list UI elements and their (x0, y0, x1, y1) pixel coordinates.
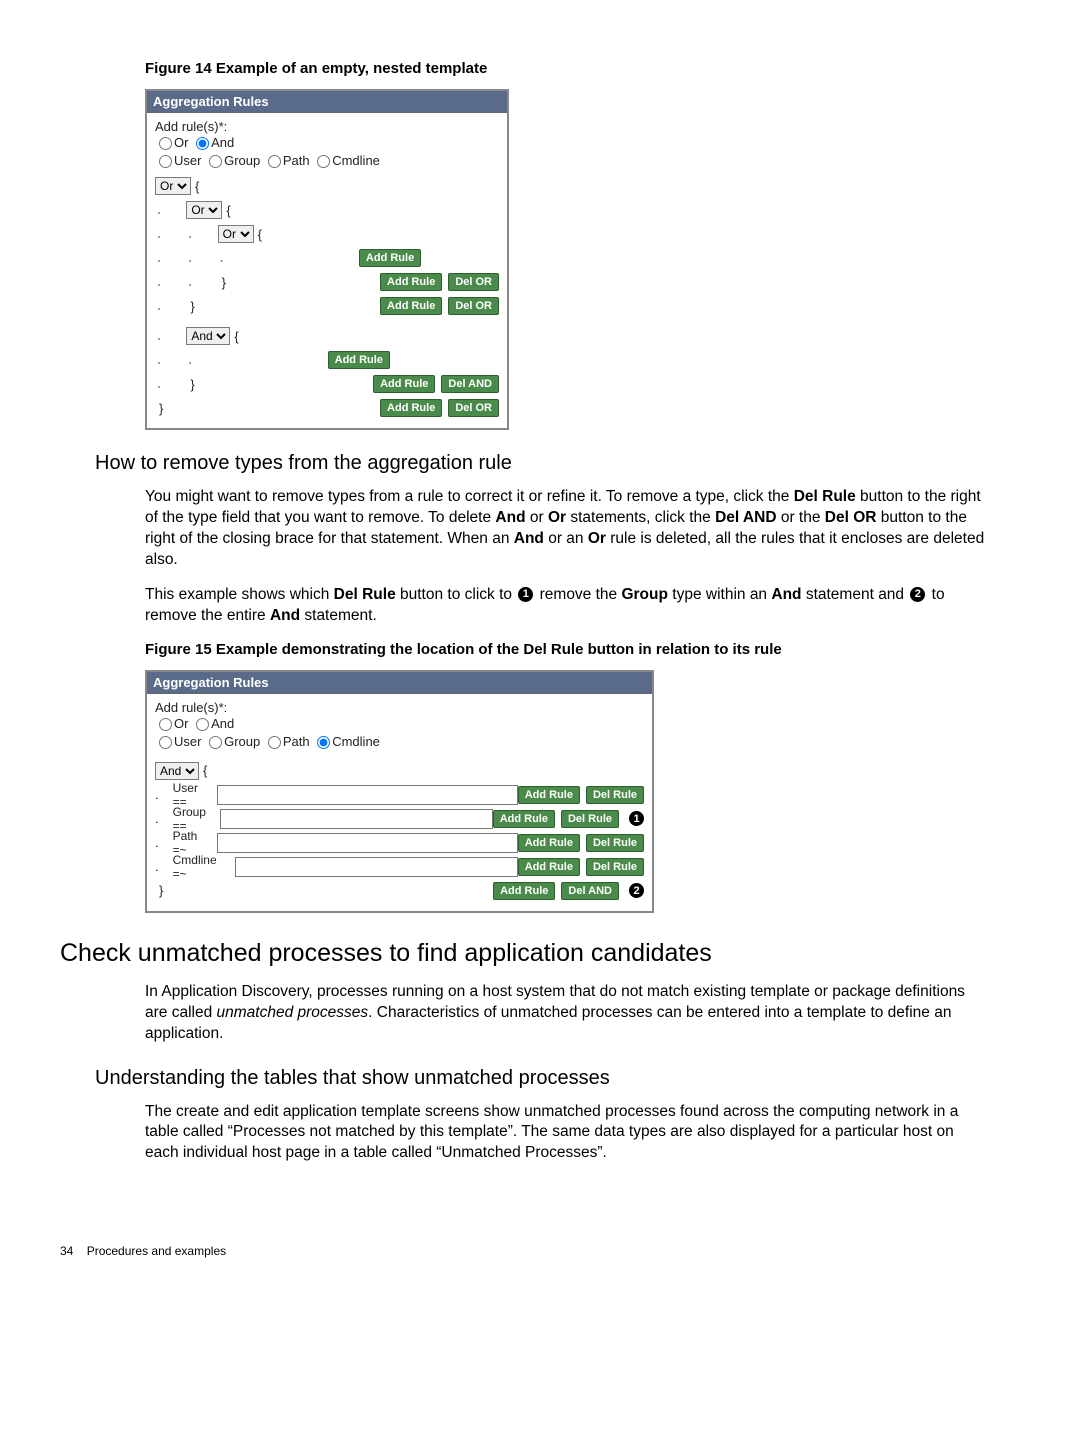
radio-group-label: Group (224, 734, 260, 749)
del-rule-button[interactable]: Del Rule (586, 786, 644, 804)
add-rule-button[interactable]: Add Rule (493, 810, 555, 828)
add-rule-label: Add rule(s)*: (155, 700, 644, 715)
add-rule-button[interactable]: Add Rule (359, 249, 421, 267)
callout-1-icon: 1 (518, 587, 533, 602)
rule-path-input[interactable] (217, 833, 518, 853)
figure-15-caption: Figure 15 Example demonstrating the loca… (145, 641, 985, 658)
del-rule-button[interactable]: Del Rule (561, 810, 619, 828)
add-rule-button[interactable]: Add Rule (518, 858, 580, 876)
close-brace: } (190, 377, 194, 392)
callout-2-icon: 2 (629, 883, 644, 898)
radio-path[interactable] (268, 155, 281, 168)
paragraph-candidates: In Application Discovery, processes runn… (145, 982, 985, 1045)
radio-path-label: Path (283, 153, 310, 168)
add-rule-button[interactable]: Add Rule (373, 375, 435, 393)
radio-user[interactable] (159, 155, 172, 168)
figure-15-panel: Aggregation Rules Add rule(s)*: Or And U… (145, 670, 654, 913)
rule-user-input[interactable] (217, 785, 518, 805)
radio-and-label: And (211, 716, 234, 731)
del-and-button[interactable]: Del AND (561, 882, 619, 900)
select-or-1[interactable]: Or (155, 177, 191, 195)
del-or-button[interactable]: Del OR (448, 273, 499, 291)
close-brace: } (222, 275, 226, 290)
heading-remove-types: How to remove types from the aggregation… (95, 452, 985, 475)
paragraph-remove-2: This example shows which Del Rule button… (145, 585, 985, 627)
radio-cmdline-label: Cmdline (332, 153, 380, 168)
open-brace: { (226, 203, 230, 218)
figure-14-panel: Aggregation Rules Add rule(s)*: Or And U… (145, 89, 509, 430)
add-rule-button[interactable]: Add Rule (518, 786, 580, 804)
add-rule-button[interactable]: Add Rule (328, 351, 390, 369)
close-brace: } (159, 883, 163, 898)
radio-or[interactable] (159, 718, 172, 731)
panel-title: Aggregation Rules (147, 91, 507, 113)
heading-tables: Understanding the tables that show unmat… (95, 1067, 985, 1090)
radio-group-label: Group (224, 153, 260, 168)
radio-user-label: User (174, 153, 201, 168)
paragraph-tables: The create and edit application template… (145, 1102, 985, 1165)
close-brace: } (159, 401, 163, 416)
add-rule-button[interactable]: Add Rule (380, 273, 442, 291)
page-footer: 34 Procedures and examples (60, 1244, 985, 1258)
del-rule-button[interactable]: Del Rule (586, 858, 644, 876)
rule-cmdline-label: Cmdline =~ (173, 853, 232, 881)
radio-and[interactable] (196, 137, 209, 150)
select-and[interactable]: And (186, 327, 230, 345)
del-or-button[interactable]: Del OR (448, 297, 499, 315)
radio-group[interactable] (209, 736, 222, 749)
radio-user[interactable] (159, 736, 172, 749)
radio-cmdline[interactable] (317, 155, 330, 168)
add-rule-button[interactable]: Add Rule (380, 399, 442, 417)
rule-cmdline-input[interactable] (235, 857, 518, 877)
add-rule-label: Add rule(s)*: (155, 119, 499, 134)
radio-or-label: Or (174, 716, 188, 731)
callout-2-icon: 2 (910, 587, 925, 602)
callout-1-icon: 1 (629, 811, 644, 826)
select-or-3[interactable]: Or (218, 225, 254, 243)
add-rule-button[interactable]: Add Rule (493, 882, 555, 900)
radio-or-label: Or (174, 135, 188, 150)
page-number: 34 (60, 1244, 73, 1258)
radio-and[interactable] (196, 718, 209, 731)
close-brace: } (190, 299, 194, 314)
open-brace: { (234, 329, 238, 344)
del-and-button[interactable]: Del AND (441, 375, 499, 393)
rule-group-input[interactable] (220, 809, 492, 829)
radio-path-label: Path (283, 734, 310, 749)
select-and[interactable]: And (155, 762, 199, 780)
add-rule-button[interactable]: Add Rule (518, 834, 580, 852)
add-rule-button[interactable]: Add Rule (380, 297, 442, 315)
figure-14-caption: Figure 14 Example of an empty, nested te… (145, 60, 985, 77)
open-brace: { (258, 227, 262, 242)
radio-group[interactable] (209, 155, 222, 168)
heading-candidates: Check unmatched processes to find applic… (60, 939, 985, 968)
panel-title: Aggregation Rules (147, 672, 652, 694)
radio-path[interactable] (268, 736, 281, 749)
radio-and-label: And (211, 135, 234, 150)
radio-cmdline[interactable] (317, 736, 330, 749)
select-or-2[interactable]: Or (186, 201, 222, 219)
radio-user[interactable]: User Group Path Cmdline (174, 734, 380, 749)
del-or-button[interactable]: Del OR (448, 399, 499, 417)
footer-section: Procedures and examples (87, 1244, 226, 1258)
radio-cmdline-label: Cmdline (332, 734, 380, 749)
radio-user-label: User (174, 734, 201, 749)
open-brace: { (195, 179, 199, 194)
radio-or[interactable] (159, 137, 172, 150)
open-brace: { (203, 763, 207, 778)
paragraph-remove-1: You might want to remove types from a ru… (145, 487, 985, 571)
del-rule-button[interactable]: Del Rule (586, 834, 644, 852)
